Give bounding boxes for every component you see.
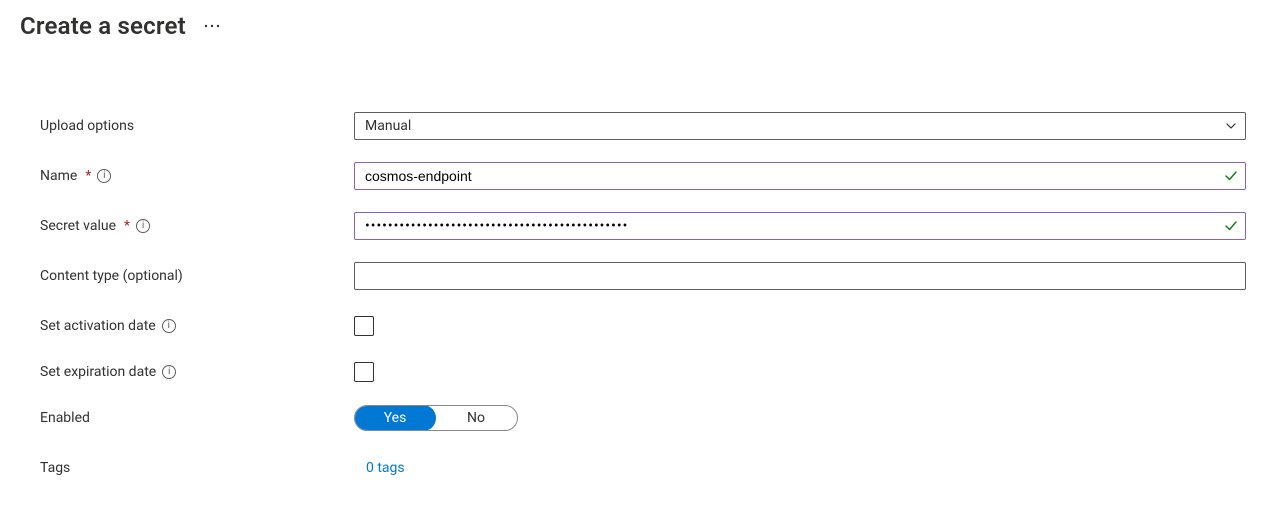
upload-options-value: Manual	[365, 118, 411, 134]
tags-label: Tags	[40, 460, 70, 476]
content-type-label: Content type (optional)	[40, 268, 183, 284]
expiration-date-checkbox[interactable]	[354, 362, 374, 382]
info-icon[interactable]: i	[162, 319, 176, 333]
secret-value-input[interactable]	[354, 212, 1246, 240]
chevron-down-icon	[1225, 120, 1237, 132]
content-type-input[interactable]	[354, 262, 1246, 290]
page-title: Create a secret	[20, 12, 186, 40]
more-icon[interactable]	[204, 24, 220, 28]
name-label: Name	[40, 168, 77, 184]
activation-date-checkbox[interactable]	[354, 316, 374, 336]
required-asterisk: *	[85, 168, 91, 184]
tags-link[interactable]: 0 tags	[354, 460, 405, 476]
expiration-date-label: Set expiration date	[40, 364, 156, 380]
upload-options-select[interactable]: Manual	[354, 112, 1246, 140]
checkmark-icon	[1224, 169, 1238, 183]
name-input[interactable]	[354, 162, 1246, 190]
upload-options-label: Upload options	[40, 118, 134, 134]
secret-value-label: Secret value	[40, 218, 116, 234]
info-icon[interactable]: i	[97, 169, 111, 183]
required-asterisk: *	[124, 218, 130, 234]
enabled-yes[interactable]: Yes	[354, 405, 436, 431]
activation-date-label: Set activation date	[40, 318, 156, 334]
info-icon[interactable]: i	[136, 219, 150, 233]
info-icon[interactable]: i	[162, 365, 176, 379]
enabled-no[interactable]: No	[435, 406, 517, 430]
enabled-toggle[interactable]: Yes No	[354, 405, 518, 431]
enabled-label: Enabled	[40, 410, 90, 426]
checkmark-icon	[1224, 219, 1238, 233]
